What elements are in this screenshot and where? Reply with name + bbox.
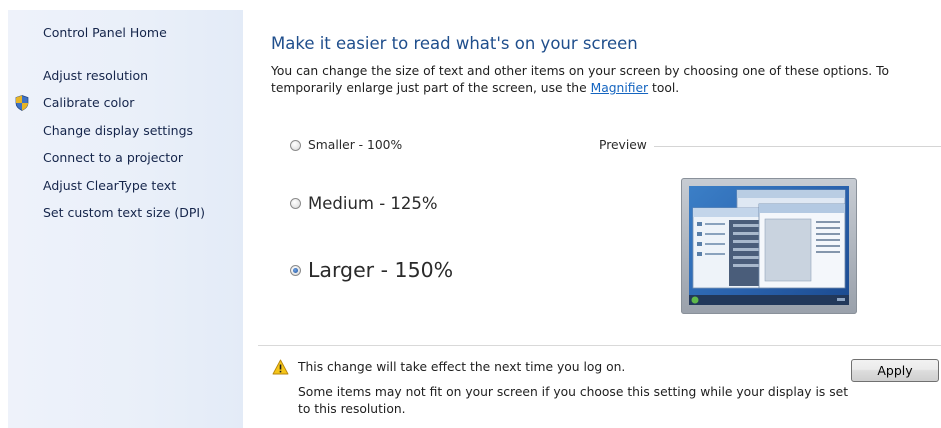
apply-button[interactable]: Apply (851, 359, 939, 382)
sidebar: Control Panel Home Adjust resolution Cal… (8, 10, 243, 428)
uac-shield-icon (15, 95, 29, 111)
control-panel-home-link[interactable]: Control Panel Home (43, 25, 167, 40)
sidebar-item-change-display-settings[interactable]: Change display settings (43, 123, 193, 138)
section-divider (258, 345, 941, 346)
warning-detail: Some items may not fit on your screen if… (298, 385, 849, 416)
option-medium-label: Medium - 125% (308, 194, 438, 213)
option-medium[interactable]: Medium - 125% (290, 194, 438, 213)
warning-message: This change will take effect the next ti… (298, 360, 626, 374)
option-larger-label: Larger - 150% (308, 258, 454, 282)
warning-icon (272, 359, 289, 375)
radio-larger[interactable] (290, 264, 301, 276)
preview-monitor-image (681, 178, 857, 314)
sidebar-item-connect-projector[interactable]: Connect to a projector (43, 150, 183, 165)
option-larger[interactable]: Larger - 150% (290, 258, 453, 282)
sidebar-item-custom-text-size[interactable]: Set custom text size (DPI) (43, 205, 205, 220)
magnifier-link[interactable]: Magnifier (591, 81, 649, 95)
radio-medium[interactable] (290, 198, 301, 209)
preview-screen (689, 186, 849, 305)
preview-divider (654, 146, 941, 147)
option-smaller[interactable]: Smaller - 100% (290, 138, 402, 152)
description-text: You can change the size of text and othe… (271, 64, 890, 95)
page-title: Make it easier to read what's on your sc… (271, 34, 638, 53)
description-text-end: tool. (648, 81, 680, 95)
radio-smaller[interactable] (290, 139, 301, 151)
preview-windows-illustration (689, 189, 849, 305)
option-smaller-label: Smaller - 100% (308, 138, 403, 152)
sidebar-item-adjust-resolution[interactable]: Adjust resolution (43, 68, 148, 83)
sidebar-item-adjust-cleartype[interactable]: Adjust ClearType text (43, 178, 176, 193)
page-description: You can change the size of text and othe… (271, 63, 911, 97)
preview-label: Preview (599, 138, 647, 152)
sidebar-item-calibrate-color[interactable]: Calibrate color (43, 95, 134, 110)
